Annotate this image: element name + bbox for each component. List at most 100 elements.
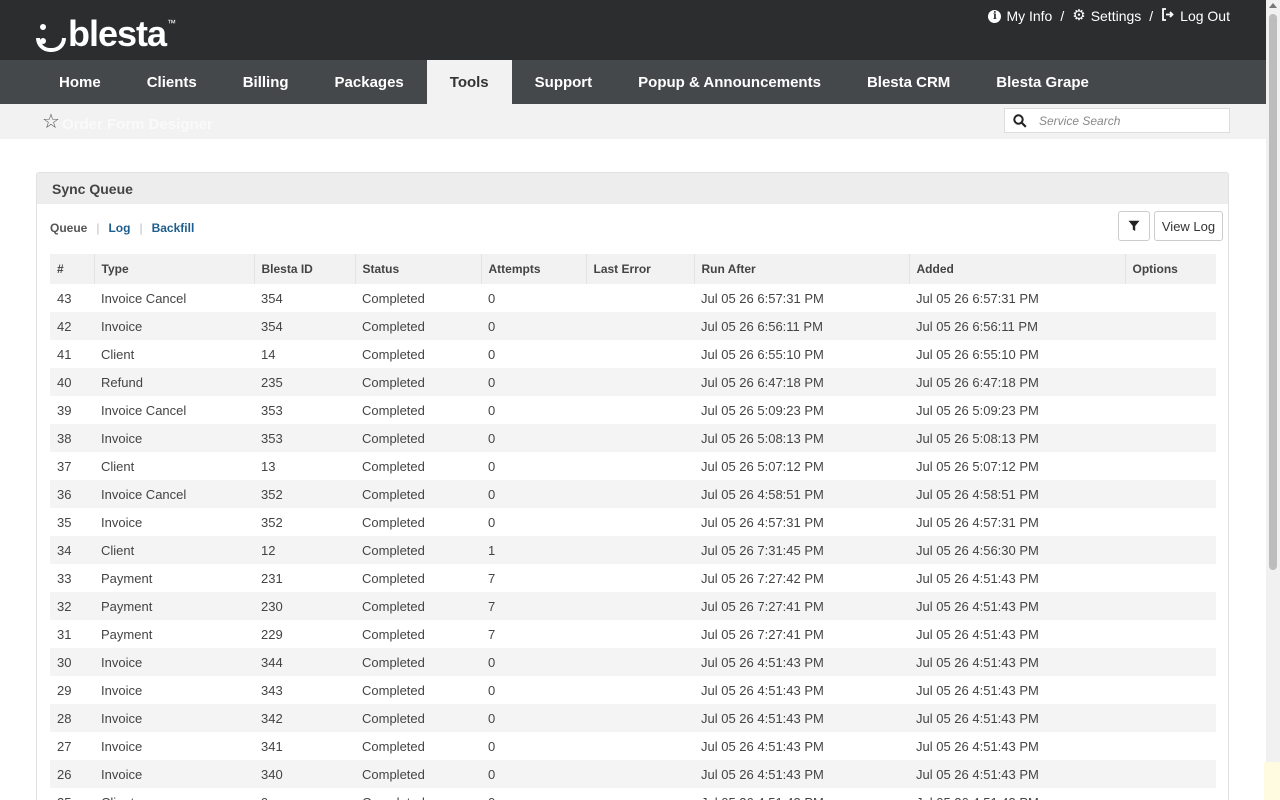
table-cell: 352 <box>254 480 355 508</box>
table-cell: Completed <box>355 788 481 800</box>
column-header[interactable]: Attempts <box>480 254 586 284</box>
table-cell: Completed <box>362 514 425 530</box>
table-cell: 0 <box>488 682 496 698</box>
table-cell <box>1125 452 1216 480</box>
table-cell: Jul 05 26 5:07:12 PM <box>916 458 1039 474</box>
settings-link[interactable]: ⚙ Settings <box>1072 8 1141 24</box>
table-cell: Jul 05 26 5:08:13 PM <box>909 424 1125 452</box>
table-cell: 33 <box>57 570 72 586</box>
table-cell: Completed <box>355 480 481 508</box>
table-cell: 0 <box>481 760 586 788</box>
table-row: 35 Invoice 352 Completed 0 Jul 05 26 4:57:31 … <box>50 508 1216 536</box>
blesta-logo[interactable]: blesta ™ <box>36 12 176 52</box>
table-row: 39 Invoice Cancel 353 Completed 0 Jul 05 26 5… <box>50 396 1216 424</box>
table-cell <box>586 340 694 368</box>
table-cell <box>1125 788 1216 800</box>
settings-label: Settings <box>1090 8 1142 24</box>
table-cell <box>586 592 694 620</box>
table-cell: 0 <box>481 424 586 452</box>
table-cell <box>1125 732 1216 760</box>
table-row: 30 Invoice 344 Completed 0 Jul 05 26 4:51:43 … <box>50 648 1216 676</box>
table-cell: Jul 05 26 7:27:41 PM <box>701 626 824 642</box>
table-cell: Jul 05 26 4:51:43 PM <box>916 570 1039 586</box>
table-cell: Completed <box>355 536 481 564</box>
filter-button[interactable] <box>1118 211 1150 241</box>
table-cell: 340 <box>254 760 355 788</box>
column-header[interactable]: Run After <box>693 254 909 284</box>
gear-icon: ⚙ <box>1072 7 1086 24</box>
column-header[interactable]: Type <box>93 254 254 284</box>
nav-item-packages[interactable]: Packages <box>312 60 427 104</box>
scroll-up-arrow[interactable] <box>1269 3 1277 8</box>
table-row: 37 Client 13 Completed 0 Jul 05 26 5:07:12 PM… <box>50 452 1216 480</box>
column-header[interactable]: Blesta ID <box>253 254 355 284</box>
filter-icon <box>1128 220 1140 231</box>
table-cell <box>1125 536 1216 564</box>
table-cell: 29 <box>57 682 72 698</box>
search-icon[interactable] <box>1005 113 1035 128</box>
table-cell: Completed <box>355 704 481 732</box>
nav-item-billing[interactable]: Billing <box>220 60 312 104</box>
table-cell: Jul 05 26 4:51:43 PM <box>909 592 1125 620</box>
column-header[interactable]: Status <box>354 254 481 284</box>
table-cell: 35 <box>57 514 72 530</box>
table-row: 38 Invoice 353 Completed 0 Jul 05 26 5:08:13 … <box>50 424 1216 452</box>
table-cell <box>1125 760 1216 788</box>
table-cell: Completed <box>355 424 481 452</box>
table-cell: Completed <box>362 570 425 586</box>
table-cell <box>586 312 694 340</box>
service-search-input[interactable] <box>1035 113 1215 128</box>
table-row: 40 Refund 235 Completed 0 Jul 05 26 6:47:18 P… <box>50 368 1216 396</box>
table-cell: 32 <box>50 592 94 620</box>
table-cell: 0 <box>481 480 586 508</box>
nav-item-popup-announcements[interactable]: Popup & Announcements <box>615 60 844 104</box>
table-cell: 231 <box>261 570 283 586</box>
column-header[interactable]: # <box>50 254 94 284</box>
scroll-thumb[interactable] <box>1269 14 1277 570</box>
logout-link[interactable]: Log Out <box>1161 8 1230 24</box>
table-cell: Client <box>101 346 135 362</box>
nav-item-blesta-crm[interactable]: Blesta CRM <box>844 60 973 104</box>
table-row: 34 Client 12 Completed 1 Jul 05 26 7:31:45 PM… <box>50 536 1216 564</box>
table-cell <box>1125 508 1216 536</box>
table-cell <box>1125 284 1216 312</box>
table-cell: Refund <box>94 368 254 396</box>
my-info-link[interactable]: i My Info <box>988 8 1052 24</box>
table-cell <box>1125 564 1216 592</box>
table-cell: Jul 05 26 6:57:31 PM <box>701 290 824 306</box>
star-icon[interactable]: ☆ <box>42 112 60 132</box>
table-cell: Jul 05 26 4:51:43 PM <box>694 704 909 732</box>
table-cell: Jul 05 26 7:27:41 PM <box>694 592 909 620</box>
table-row: 25Client9Completed0 Jul 05 26 4:51:43 PMJ… <box>50 788 1216 800</box>
table-cell <box>586 452 694 480</box>
table-cell: 14 <box>261 346 276 362</box>
tab-queue[interactable]: Queue <box>50 221 87 235</box>
tab-backfill[interactable]: Backfill <box>152 221 195 235</box>
table-cell: 40 <box>50 368 94 396</box>
column-header[interactable]: Last Error <box>585 254 694 284</box>
view-log-button[interactable]: View Log <box>1154 211 1223 241</box>
nav-item-support[interactable]: Support <box>512 60 616 104</box>
table-row: 31 Payment 229 Completed 7 Jul 05 26 7:27:41 … <box>50 620 1216 648</box>
table-cell <box>1125 704 1216 732</box>
table-cell: 341 <box>261 738 283 754</box>
column-header[interactable]: Options <box>1124 254 1216 284</box>
nav-item-tools[interactable]: Tools <box>426 60 512 104</box>
table-cell: 343 <box>261 682 283 698</box>
nav-item-blesta-grape[interactable]: Blesta Grape <box>973 60 1112 104</box>
nav-item-clients[interactable]: Clients <box>124 60 220 104</box>
table-cell: Completed <box>362 458 425 474</box>
table-cell <box>1125 480 1216 508</box>
table-cell: Invoice <box>94 648 254 676</box>
page-scrollbar[interactable] <box>1266 0 1280 800</box>
table-cell <box>586 732 694 760</box>
table-cell: 37 <box>57 458 72 474</box>
column-header[interactable]: Added <box>908 254 1125 284</box>
table-cell <box>586 536 694 564</box>
my-info-label: My Info <box>1006 8 1053 24</box>
table-cell: 235 <box>254 368 355 396</box>
top-header: blesta ™ i My Info / ⚙ Settings / Log Ou… <box>0 0 1266 60</box>
table-cell <box>586 480 694 508</box>
nav-item-home[interactable]: Home <box>36 60 124 104</box>
tab-log[interactable]: Log <box>108 221 130 235</box>
